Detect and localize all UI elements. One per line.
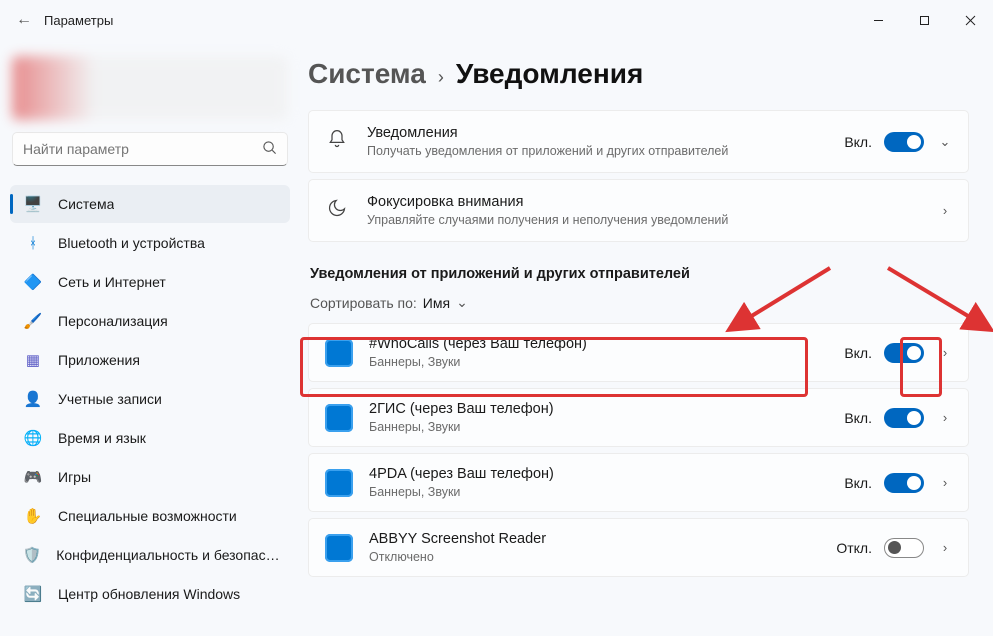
main-content: Система › Уведомления Уведомления Получа…: [300, 40, 993, 636]
sidebar-item-сеть[interactable]: 🔷 Сеть и Интернет: [10, 263, 290, 301]
sidebar-item-персонализация[interactable]: 🖌️ Персонализация: [10, 302, 290, 340]
nav-icon: 🛡️: [22, 544, 42, 566]
card-subtitle: Получать уведомления от приложений и дру…: [367, 144, 844, 158]
nav-icon: ✋: [22, 505, 44, 527]
app-toggle[interactable]: [884, 408, 924, 428]
app-name: ABBYY Screenshot Reader: [369, 531, 836, 547]
titlebar: ← Параметры: [0, 0, 993, 40]
app-icon: [325, 339, 353, 367]
app-icon: [325, 469, 353, 497]
nav-label: Персонализация: [58, 313, 168, 329]
nav-label: Учетные записи: [58, 391, 162, 407]
section-title: Уведомления от приложений и других отпра…: [310, 266, 969, 282]
app-sub: Баннеры, Звуки: [369, 420, 844, 434]
sidebar-item-игры[interactable]: 🎮 Игры: [10, 458, 290, 496]
nav-icon: 🖌️: [22, 310, 44, 332]
app-notification-row[interactable]: 2ГИС (через Ваш телефон) Баннеры, ЗвукиВк…: [308, 388, 969, 447]
app-sub: Баннеры, Звуки: [369, 485, 844, 499]
nav-label: Время и язык: [58, 430, 146, 446]
nav-label: Центр обновления Windows: [58, 586, 240, 602]
nav-label: Конфиденциальность и безопасность: [56, 547, 282, 563]
chevron-right-icon[interactable]: ›: [938, 475, 952, 490]
sidebar-item-центр[interactable]: 🔄 Центр обновления Windows: [10, 575, 290, 613]
chevron-right-icon[interactable]: ›: [938, 345, 952, 360]
bell-icon: [325, 129, 349, 154]
nav-icon: 🎮: [22, 466, 44, 488]
window-title: Параметры: [44, 13, 113, 28]
app-toggle[interactable]: [884, 473, 924, 493]
notifications-toggle[interactable]: [884, 132, 924, 152]
app-name: #WhoCalls (через Ваш телефон): [369, 336, 844, 352]
breadcrumb-current: Уведомления: [456, 58, 643, 90]
nav-icon: 🌐: [22, 427, 44, 449]
app-toggle[interactable]: [884, 538, 924, 558]
profile-block[interactable]: [12, 56, 288, 120]
app-toggle[interactable]: [884, 343, 924, 363]
notifications-card[interactable]: Уведомления Получать уведомления от прил…: [308, 110, 969, 173]
app-notification-row[interactable]: #WhoCalls (через Ваш телефон) Баннеры, Зв…: [308, 323, 969, 382]
status-label: Откл.: [836, 540, 872, 556]
app-notification-row[interactable]: ABBYY Screenshot Reader ОтключеноОткл. ›: [308, 518, 969, 577]
focus-card[interactable]: Фокусировка внимания Управляйте случаями…: [308, 179, 969, 242]
nav-icon: ▦: [22, 349, 44, 371]
chevron-right-icon[interactable]: ›: [938, 410, 952, 425]
nav-label: Система: [58, 196, 114, 212]
nav-icon: 👤: [22, 388, 44, 410]
sidebar-item-система[interactable]: 🖥️ Система: [10, 185, 290, 223]
app-notification-row[interactable]: 4PDA (через Ваш телефон) Баннеры, ЗвукиВк…: [308, 453, 969, 512]
card-title: Уведомления: [367, 125, 844, 141]
sidebar-item-приложения[interactable]: ▦ Приложения: [10, 341, 290, 379]
minimize-button[interactable]: [855, 0, 901, 40]
app-sub: Баннеры, Звуки: [369, 355, 844, 369]
app-name: 4PDA (через Ваш телефон): [369, 466, 844, 482]
chevron-down-icon: ⌄: [456, 294, 468, 311]
nav-icon: ᚼ: [22, 232, 44, 254]
sort-value: Имя: [423, 295, 450, 311]
app-name: 2ГИС (через Ваш телефон): [369, 401, 844, 417]
status-label: Вкл.: [844, 410, 872, 426]
search-box[interactable]: [12, 132, 288, 166]
moon-icon: [325, 198, 349, 223]
sidebar-item-конфиденциальность[interactable]: 🛡️ Конфиденциальность и безопасность: [10, 536, 290, 574]
search-icon: [262, 140, 277, 158]
sort-label: Сортировать по:: [310, 295, 417, 311]
nav-label: Сеть и Интернет: [58, 274, 166, 290]
close-button[interactable]: [947, 0, 993, 40]
app-icon: [325, 404, 353, 432]
sort-row[interactable]: Сортировать по: Имя ⌄: [310, 294, 969, 311]
app-icon: [325, 534, 353, 562]
search-input[interactable]: [23, 141, 262, 157]
nav-icon: 🔷: [22, 271, 44, 293]
breadcrumb-parent[interactable]: Система: [308, 58, 426, 90]
maximize-button[interactable]: [901, 0, 947, 40]
chevron-right-icon: ›: [438, 67, 444, 88]
card-subtitle: Управляйте случаями получения и неполуче…: [367, 213, 938, 227]
window-controls: [855, 0, 993, 40]
chevron-down-icon[interactable]: ⌄: [938, 134, 952, 150]
nav-label: Игры: [58, 469, 91, 485]
nav-label: Bluetooth и устройства: [58, 235, 205, 251]
nav-list: 🖥️ Система ᚼ Bluetooth и устройства 🔷 Сеть и …: [8, 184, 292, 636]
app-sub: Отключено: [369, 550, 836, 564]
nav-icon: 🔄: [22, 583, 44, 605]
sidebar-item-bluetooth[interactable]: ᚼ Bluetooth и устройства: [10, 224, 290, 262]
sidebar-item-учетные[interactable]: 👤 Учетные записи: [10, 380, 290, 418]
sidebar: 🖥️ Система ᚼ Bluetooth и устройства 🔷 Сеть и …: [0, 40, 300, 636]
back-button[interactable]: ←: [8, 11, 40, 29]
breadcrumb: Система › Уведомления: [308, 58, 969, 90]
chevron-right-icon[interactable]: ›: [938, 203, 952, 218]
card-title: Фокусировка внимания: [367, 194, 938, 210]
status-label: Вкл.: [844, 475, 872, 491]
nav-icon: 🖥️: [22, 193, 44, 215]
chevron-right-icon[interactable]: ›: [938, 540, 952, 555]
sidebar-item-время[interactable]: 🌐 Время и язык: [10, 419, 290, 457]
nav-label: Приложения: [58, 352, 140, 368]
nav-label: Специальные возможности: [58, 508, 237, 524]
status-label: Вкл.: [844, 134, 872, 150]
status-label: Вкл.: [844, 345, 872, 361]
sidebar-item-специальные[interactable]: ✋ Специальные возможности: [10, 497, 290, 535]
